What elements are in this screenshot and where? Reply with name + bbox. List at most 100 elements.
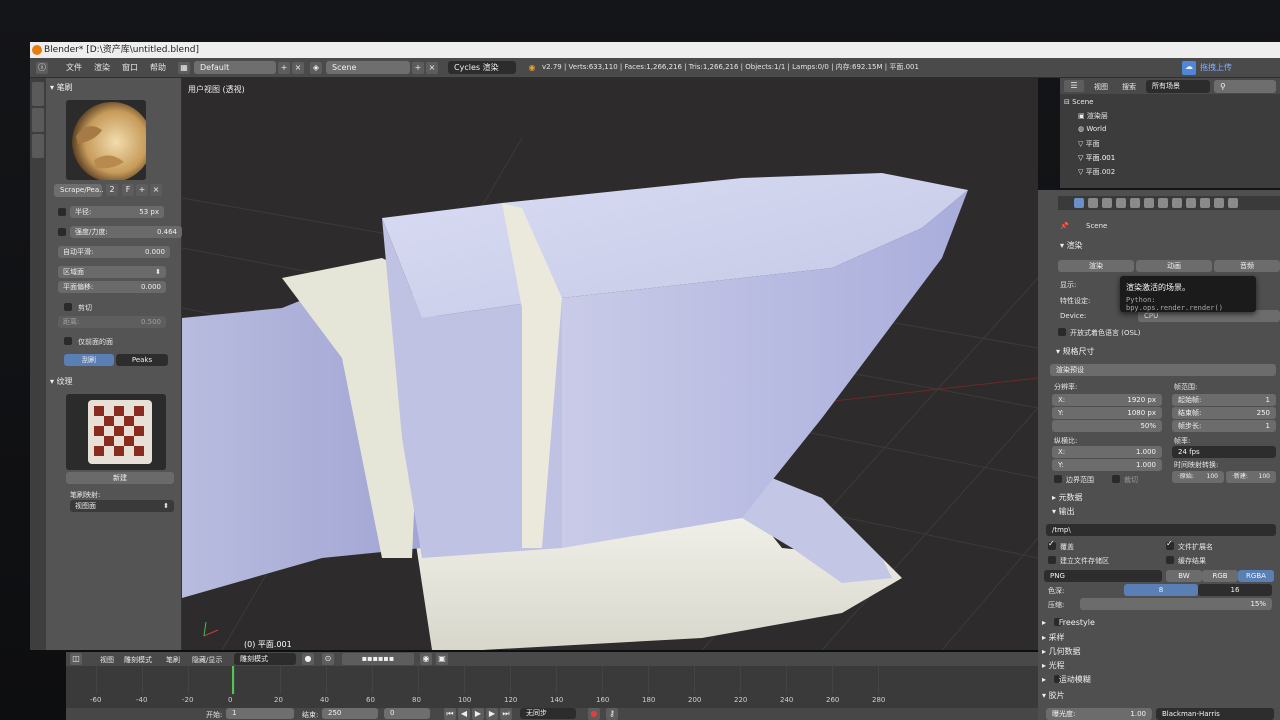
color-depth-16[interactable]: 16 <box>1198 584 1272 596</box>
outliner-item-world[interactable]: ◍ World <box>1078 125 1106 133</box>
scene-add-icon[interactable]: + <box>412 62 424 74</box>
sync-mode-selector[interactable]: 无同步 <box>520 708 576 719</box>
camera-icon[interactable]: ▣ <box>436 653 448 665</box>
cache-result-checkbox[interactable] <box>1166 556 1174 564</box>
motion-blur-panel-header[interactable]: ▸ 运动模糊 <box>1042 674 1091 685</box>
texture-preview[interactable] <box>66 394 166 470</box>
layer-buttons[interactable]: ▪▪▪▪▪▪ <box>342 653 414 665</box>
distance-field[interactable]: 距离: 0.500 <box>58 316 166 328</box>
header-menu-view[interactable]: 视图 <box>100 655 114 665</box>
mode-option-scrape[interactable]: 刮刷 <box>64 354 114 366</box>
texture-panel-header[interactable]: ▾ 纹理 <box>50 376 73 387</box>
modifiers-tab-icon[interactable] <box>1158 198 1168 208</box>
menu-window[interactable]: 窗口 <box>122 62 138 73</box>
trim-checkbox[interactable] <box>64 303 72 311</box>
frame-step-field[interactable]: 帧步长: 1 <box>1172 420 1276 432</box>
metadata-panel-header[interactable]: ▸ 元数据 <box>1052 492 1083 503</box>
placeholders-checkbox[interactable] <box>1048 556 1056 564</box>
autosmooth-field[interactable]: 自动平滑: 0.000 <box>58 246 170 258</box>
mode-selector[interactable]: 雕刻模式 <box>234 653 296 665</box>
brush-name-field[interactable]: Scrape/Pea.. <box>54 184 104 197</box>
material-tab-icon[interactable] <box>1186 198 1196 208</box>
editor-type-icon[interactable]: ◫ <box>70 653 82 665</box>
resolution-percentage-field[interactable]: 50% <box>1052 420 1162 432</box>
color-mode-rgb[interactable]: RGB <box>1202 570 1238 582</box>
timeline[interactable]: -60 -40 -20 0 20 40 60 80 100 120 140 160 180 200 220 2… <box>66 666 1038 708</box>
tool-tab-grease[interactable] <box>32 134 44 158</box>
film-panel-header[interactable]: ▾ 胶片 <box>1042 690 1065 701</box>
osl-checkbox[interactable] <box>1058 328 1066 336</box>
data-tab-icon[interactable] <box>1172 198 1182 208</box>
remap-new-field[interactable]: ·新建: 100 <box>1226 471 1276 483</box>
color-depth-8[interactable]: 8 <box>1124 584 1198 596</box>
texture-tab-icon[interactable] <box>1200 198 1210 208</box>
area-plane-selector[interactable]: 区域面 ⬍ <box>58 266 166 278</box>
scene-tab-icon[interactable] <box>1102 198 1112 208</box>
file-extensions-checkbox[interactable] <box>1166 539 1174 550</box>
outliner-editor-icon[interactable]: ☰ <box>1064 80 1084 92</box>
brush-mapping-selector[interactable]: 视图面 ⬍ <box>70 500 174 512</box>
scene-selector[interactable]: Scene <box>326 61 410 74</box>
current-frame-field[interactable]: 0 <box>384 708 430 719</box>
overwrite-checkbox[interactable] <box>1048 539 1056 550</box>
object-tab-icon[interactable] <box>1130 198 1140 208</box>
brush-fake-user-button[interactable]: F <box>122 184 134 196</box>
frame-rate-selector[interactable]: 24 fps <box>1172 446 1276 458</box>
outliner-item-plane001[interactable]: ▽ 平面.001 <box>1078 153 1115 163</box>
file-format-selector[interactable]: PNG <box>1044 570 1162 582</box>
render-preview-icon[interactable]: ◉ <box>420 653 432 665</box>
aspect-y-field[interactable]: Y: 1.000 <box>1052 459 1162 471</box>
radius-pressure-icon[interactable] <box>58 208 66 216</box>
layout-icon[interactable]: ▦ <box>178 62 190 74</box>
outliner-item-plane[interactable]: ▽ 平面 <box>1078 139 1100 149</box>
strength-pressure-icon[interactable] <box>58 228 66 236</box>
output-panel-header[interactable]: ▾ 输出 <box>1052 506 1075 517</box>
outliner-item-scene[interactable]: ⊟ Scene <box>1064 98 1093 106</box>
timeline-start-field[interactable]: 1 <box>226 708 294 719</box>
brush-remove-icon[interactable]: × <box>150 184 162 196</box>
scene-remove-icon[interactable]: × <box>426 62 438 74</box>
play-icon[interactable]: ▶ <box>472 708 484 720</box>
layout-selector[interactable]: Default <box>194 61 276 74</box>
radius-field[interactable]: 半径: 53 px <box>70 206 164 218</box>
exposure-field[interactable]: 曝光度: 1.00 <box>1046 708 1152 720</box>
outliner-search-field[interactable]: ⚲ <box>1214 80 1276 93</box>
menu-file[interactable]: 文件 <box>66 62 82 73</box>
header-menu-hide-show[interactable]: 隐藏/显示 <box>192 655 222 665</box>
tool-tab-tools[interactable] <box>32 82 44 106</box>
brush-preview[interactable] <box>66 100 146 180</box>
color-mode-rgba[interactable]: RGBA <box>1238 570 1274 582</box>
render-engine-selector[interactable]: Cycles 渲染 <box>448 61 516 74</box>
freestyle-panel-header[interactable]: ▸ Freestyle <box>1042 618 1095 627</box>
render-preset-selector[interactable]: 渲染预设 <box>1050 364 1276 376</box>
output-path-field[interactable]: /tmp\ <box>1046 524 1276 536</box>
menu-help[interactable]: 帮助 <box>150 62 166 73</box>
pivot-icon[interactable]: ⊙ <box>322 653 334 665</box>
border-checkbox[interactable] <box>1054 475 1062 483</box>
timeline-end-field[interactable]: 250 <box>322 708 378 719</box>
record-icon[interactable]: ● <box>588 708 600 720</box>
render-audio-button[interactable]: 音频 <box>1214 260 1280 272</box>
render-animation-button[interactable]: 动画 <box>1136 260 1212 272</box>
scene-icon[interactable]: ◈ <box>310 62 322 74</box>
pin-icon[interactable]: 📌 <box>1060 222 1069 230</box>
brush-add-icon[interactable]: + <box>136 184 148 196</box>
geometry-panel-header[interactable]: ▸ 几何数据 <box>1042 646 1081 657</box>
crop-checkbox[interactable] <box>1112 475 1120 483</box>
upload-label[interactable]: 拖拽上传 <box>1200 62 1232 73</box>
aspect-x-field[interactable]: X: 1.000 <box>1052 446 1162 458</box>
world-tab-icon[interactable] <box>1116 198 1126 208</box>
current-frame-marker[interactable] <box>232 666 234 694</box>
compression-slider[interactable]: 15% <box>1080 598 1272 610</box>
outliner-item-plane002[interactable]: ▽ 平面.002 <box>1078 167 1115 177</box>
render-image-button[interactable]: 渲染 <box>1058 260 1134 272</box>
end-frame-field[interactable]: 结束帧: 250 <box>1172 407 1276 419</box>
next-keyframe-icon[interactable]: ▶ <box>486 708 498 720</box>
render-layers-tab-icon[interactable] <box>1088 198 1098 208</box>
outliner-item-renderlayers[interactable]: ▣ 渲染层 <box>1078 111 1108 121</box>
resolution-y-field[interactable]: Y: 1080 px <box>1052 407 1162 419</box>
outliner-search-menu[interactable]: 搜索 <box>1122 82 1136 92</box>
3d-viewport[interactable]: 用户视图 (透视) (0) 平面.001 <box>182 78 1038 650</box>
info-editor-icon[interactable]: ⓘ <box>36 62 48 74</box>
header-menu-brush[interactable]: 笔刷 <box>166 655 180 665</box>
